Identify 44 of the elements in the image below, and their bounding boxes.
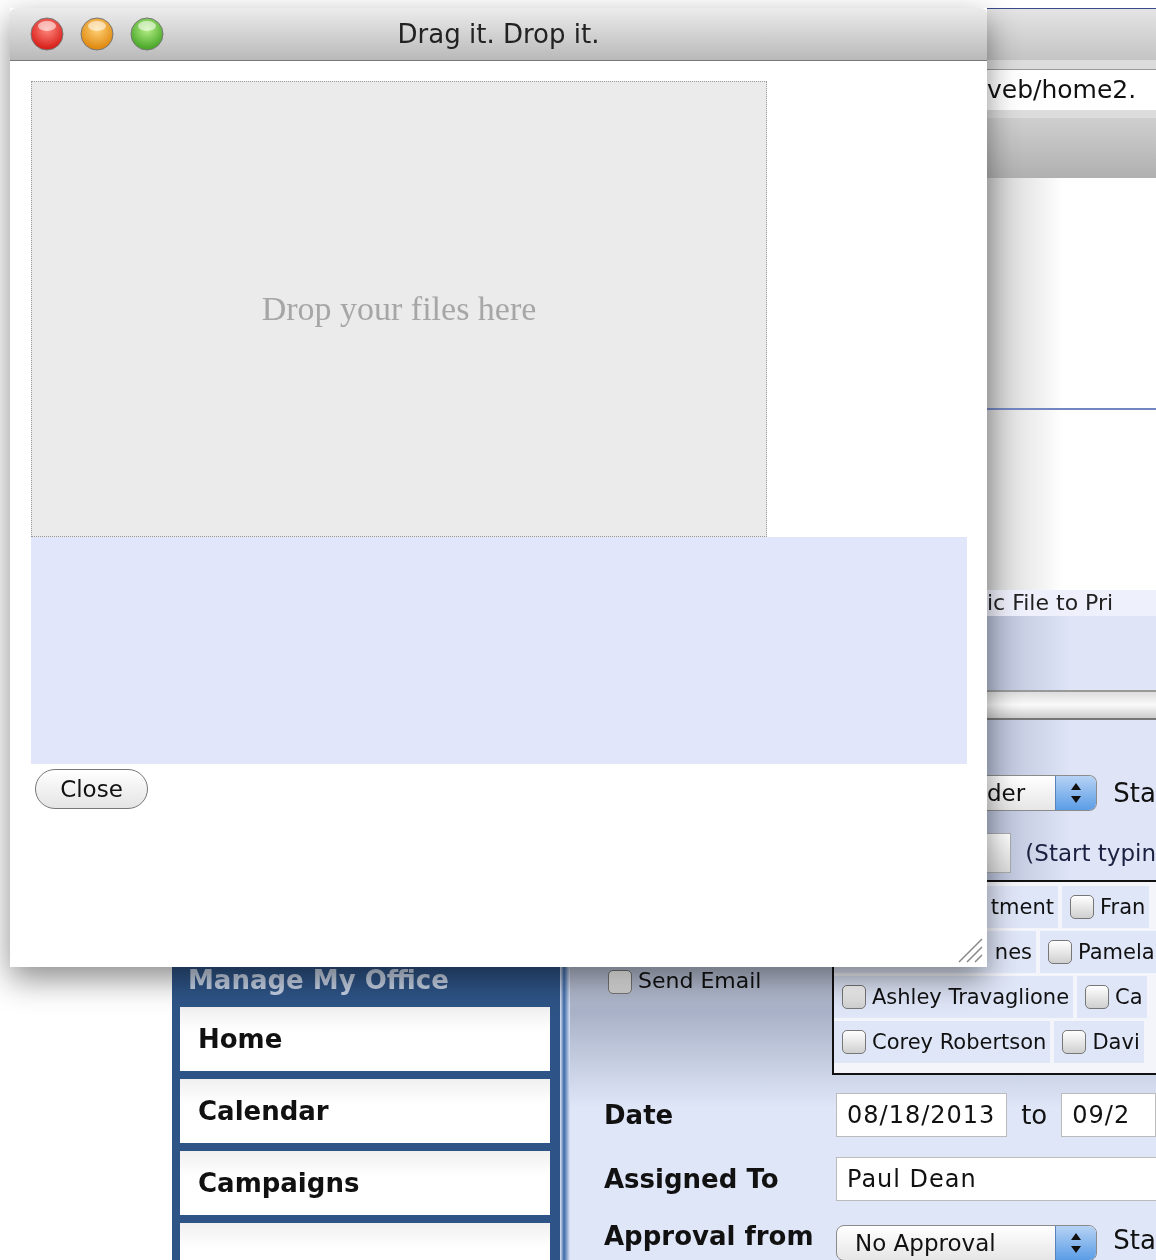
sidebar-item[interactable]: Home [180, 1007, 550, 1071]
close-button[interactable]: Close [35, 769, 148, 809]
checkbox-label: Corey Robertson [872, 1030, 1047, 1054]
close-button[interactable] [30, 17, 64, 51]
checkbox-label: Send Email [638, 970, 762, 992]
field-label: Sta [1113, 778, 1156, 808]
text-field[interactable]: Paul Dean [836, 1157, 1156, 1201]
address-field[interactable]: veb/home2. [987, 68, 1156, 110]
text-field[interactable] [987, 833, 1012, 873]
sidebar-item[interactable]: Calendar [180, 1079, 550, 1143]
checkbox-label: Ashley Travaglione [872, 985, 1070, 1009]
select-dropdown[interactable]: No Approval [836, 1225, 1098, 1260]
drop-prompt: Drop your files here [261, 290, 537, 328]
field-label: Assigned To [604, 1164, 780, 1194]
checkbox[interactable] [842, 1030, 866, 1054]
checkbox-label: Ca [1115, 985, 1143, 1009]
field-label: Approval from [604, 1221, 815, 1251]
resize-grip-icon[interactable] [957, 937, 983, 963]
checkbox-label: Davi [1092, 1030, 1140, 1054]
stepper-icon [1055, 1226, 1097, 1260]
date-field[interactable]: 08/18/2013 [836, 1093, 1008, 1137]
checkbox[interactable] [608, 970, 632, 994]
field-label: Date [604, 1100, 675, 1130]
select-dropdown[interactable]: der [987, 775, 1098, 811]
minimize-button[interactable] [80, 17, 114, 51]
hint-text: (Start typin [1025, 840, 1156, 866]
sidebar-title: Manage My Office [187, 965, 450, 997]
field-label: Sta [1113, 1225, 1156, 1255]
checkbox[interactable] [1048, 940, 1072, 964]
zoom-button[interactable] [130, 17, 164, 51]
field-label: to [1020, 1100, 1049, 1130]
date-field[interactable]: 09/2 [1061, 1093, 1156, 1137]
stepper-icon [1055, 776, 1097, 810]
checkbox[interactable] [842, 985, 866, 1009]
checkbox-label: tment [990, 895, 1054, 919]
checkbox-label: Fran [1100, 895, 1146, 919]
checkbox-label: Pamela [1078, 940, 1155, 964]
checkbox-label: nes [994, 940, 1032, 964]
page-heading: ic File to Pri [987, 590, 1156, 616]
checkbox[interactable] [1070, 895, 1094, 919]
checkbox[interactable] [1062, 1030, 1087, 1054]
checkbox[interactable] [1085, 985, 1110, 1009]
sidebar-item[interactable]: Campaigns [180, 1151, 550, 1215]
window-title: Drag it. Drop it. [397, 19, 600, 49]
